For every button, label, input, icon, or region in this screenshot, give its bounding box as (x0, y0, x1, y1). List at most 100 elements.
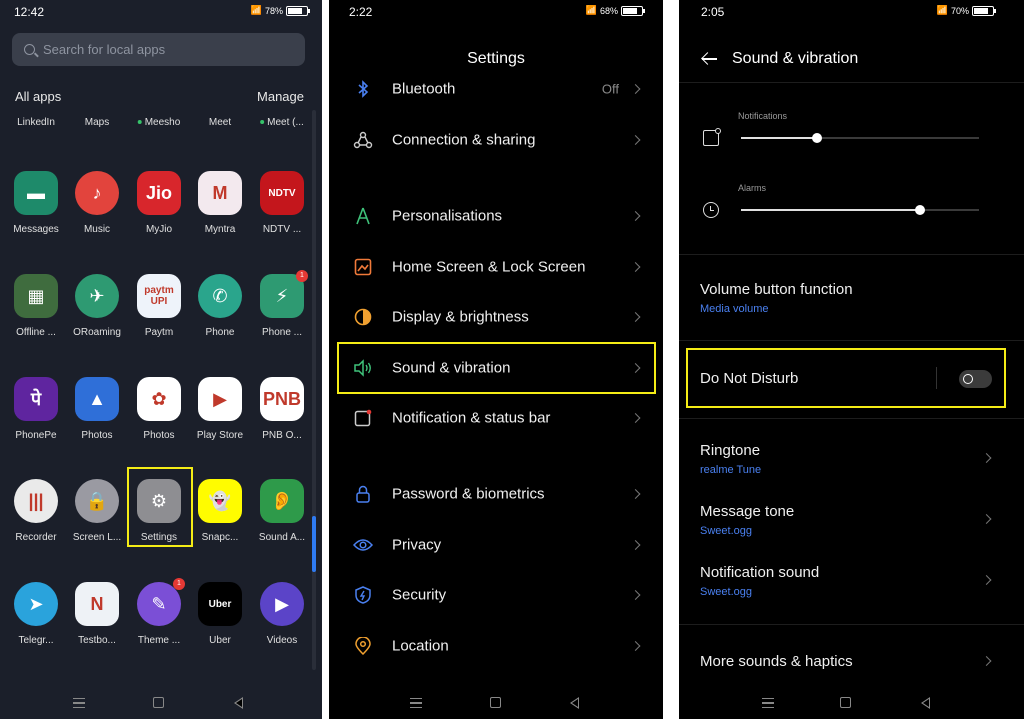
item-subtitle: realme Tune (700, 464, 762, 476)
app-icon: ➤ (14, 582, 58, 626)
home-icon[interactable] (840, 697, 851, 708)
app-label: Music (83, 224, 111, 235)
app-phone[interactable]: ⚡ 1 Phone ... (251, 270, 313, 344)
app-phone[interactable]: ✆ Phone (189, 274, 251, 344)
scrollbar-thumb[interactable] (312, 516, 316, 572)
settings-item-home-lock-screen[interactable]: Home Screen & Lock Screen (329, 242, 663, 292)
page-title: Sound & vibration (732, 50, 859, 67)
notifications-volume-slider[interactable] (741, 133, 979, 143)
app-glyph: ▶ (275, 593, 289, 614)
app-label: PhonePe (15, 430, 57, 441)
app-photos[interactable]: ✿ Photos (128, 377, 190, 447)
settings-item-password-biometrics[interactable]: Password & biometrics (329, 469, 663, 519)
app-myntra[interactable]: M Myntra (189, 171, 251, 241)
menu-icon[interactable] (762, 698, 774, 708)
battery-icon (286, 5, 310, 16)
chevron-right-icon (981, 575, 992, 585)
more-sounds-haptics-item[interactable]: More sounds & haptics (700, 653, 853, 670)
app-icon: 👻 (198, 479, 242, 523)
app-label[interactable]: Maps (85, 117, 109, 128)
home-icon[interactable] (153, 697, 164, 708)
app-oroaming[interactable]: ✈ ORoaming (66, 274, 128, 344)
app-sound-a[interactable]: 👂 Sound A... (251, 479, 313, 549)
notification-badge: 1 (173, 578, 185, 590)
menu-icon[interactable] (73, 698, 85, 708)
app-myjio[interactable]: Jio MyJio (128, 171, 190, 241)
app-telegr[interactable]: ➤ Telegr... (5, 582, 67, 652)
eye-icon (353, 535, 373, 555)
back-icon[interactable] (921, 697, 930, 709)
app-glyph: N (90, 593, 104, 614)
chevron-right-icon (630, 211, 641, 221)
app-videos[interactable]: ▶ Videos (251, 582, 313, 652)
app-label: Phone (205, 327, 235, 338)
app-label[interactable]: Meet (209, 117, 231, 128)
settings-item-connection[interactable]: Connection & sharing (329, 115, 663, 165)
battery-icon (972, 5, 996, 16)
display-icon (353, 307, 373, 327)
app-offline[interactable]: ▦ Offline ... (5, 274, 67, 344)
back-icon[interactable] (234, 697, 243, 709)
app-ndtv[interactable]: NDTV NDTV ... (251, 171, 313, 241)
alarms-slider-label: Alarms (738, 183, 767, 193)
wifi-icon: 📶 (936, 5, 948, 15)
app-glyph: पे (30, 389, 42, 409)
app-phonepe[interactable]: पे PhonePe (5, 377, 67, 447)
back-icon[interactable] (570, 697, 579, 709)
app-label: Messages (13, 224, 59, 235)
app-label[interactable]: Meet (... (260, 117, 304, 128)
settings-item-display[interactable]: Display & brightness (329, 292, 663, 342)
app-pnb-o[interactable]: PNB PNB O... (251, 377, 313, 447)
volume-button-function-item[interactable]: Volume button function Media volume (700, 281, 853, 315)
app-glyph: ➤ (28, 593, 44, 614)
app-photos[interactable]: ▲ Photos (66, 377, 128, 447)
settings-item-personalisations[interactable]: Personalisations (329, 191, 663, 241)
settings-item-location[interactable]: Location (329, 621, 663, 671)
notification-sound-item[interactable]: Notification sound Sweet.ogg (700, 564, 819, 598)
app-messages[interactable]: ▬ Messages (5, 171, 67, 241)
item-subtitle: Sweet.ogg (700, 525, 752, 537)
item-title: More sounds & haptics (700, 653, 853, 670)
message-tone-item[interactable]: Message tone Sweet.ogg (700, 503, 794, 537)
personalisation-icon (353, 206, 373, 226)
all-apps-heading: All apps (15, 89, 62, 104)
settings-item-security[interactable]: Security (329, 570, 663, 620)
app-recorder[interactable]: ||| Recorder (5, 479, 67, 549)
back-arrow-icon[interactable] (701, 52, 717, 66)
app-uber[interactable]: Uber Uber (189, 582, 251, 652)
status-bar: 2:22 📶 68% (329, 0, 663, 24)
slider-knob[interactable] (812, 133, 823, 143)
settings-item-privacy[interactable]: Privacy (329, 520, 663, 570)
app-icon: ▦ (14, 274, 58, 318)
wifi-icon: 📶 (250, 5, 262, 15)
app-label: Screen L... (72, 532, 122, 543)
alarms-volume-slider[interactable] (741, 205, 979, 215)
settings-item-bluetooth[interactable]: Bluetooth Off (329, 64, 663, 114)
app-music[interactable]: ♪ Music (66, 171, 128, 241)
app-label[interactable]: Meesho (137, 117, 180, 128)
app-icon: ▲ (75, 377, 119, 421)
search-input[interactable]: Search for local apps (12, 33, 305, 66)
manage-button[interactable]: Manage (257, 89, 304, 104)
app-snapc[interactable]: 👻 Snapc... (189, 479, 251, 549)
nav-bar (0, 689, 322, 719)
item-title: Message tone (700, 503, 795, 520)
settings-item-label: Personalisations (392, 207, 503, 225)
app-screen-l[interactable]: 🔒 Screen L... (66, 479, 128, 549)
app-theme[interactable]: ✎ 1 Theme ... (128, 578, 190, 652)
app-label[interactable]: LinkedIn (17, 117, 55, 128)
menu-icon[interactable] (410, 698, 422, 708)
settings-item-label: Security (392, 586, 447, 604)
app-paytm[interactable]: paytm UPI Paytm (128, 274, 190, 344)
home-icon[interactable] (490, 697, 501, 708)
scrollbar-track[interactable] (312, 110, 316, 670)
do-not-disturb-highlight-box (686, 348, 1006, 408)
settings-item-label: Password & biometrics (392, 485, 545, 503)
app-play-store[interactable]: ▶ Play Store (189, 377, 251, 447)
app-icon: ▶ (198, 377, 242, 421)
slider-knob[interactable] (914, 205, 925, 215)
settings-item-notification-status-bar[interactable]: Notification & status bar (329, 393, 663, 443)
app-glyph: ✿ (151, 388, 167, 409)
app-testbo[interactable]: N Testbo... (66, 582, 128, 652)
ringtone-item[interactable]: Ringtone realme Tune (700, 442, 761, 476)
